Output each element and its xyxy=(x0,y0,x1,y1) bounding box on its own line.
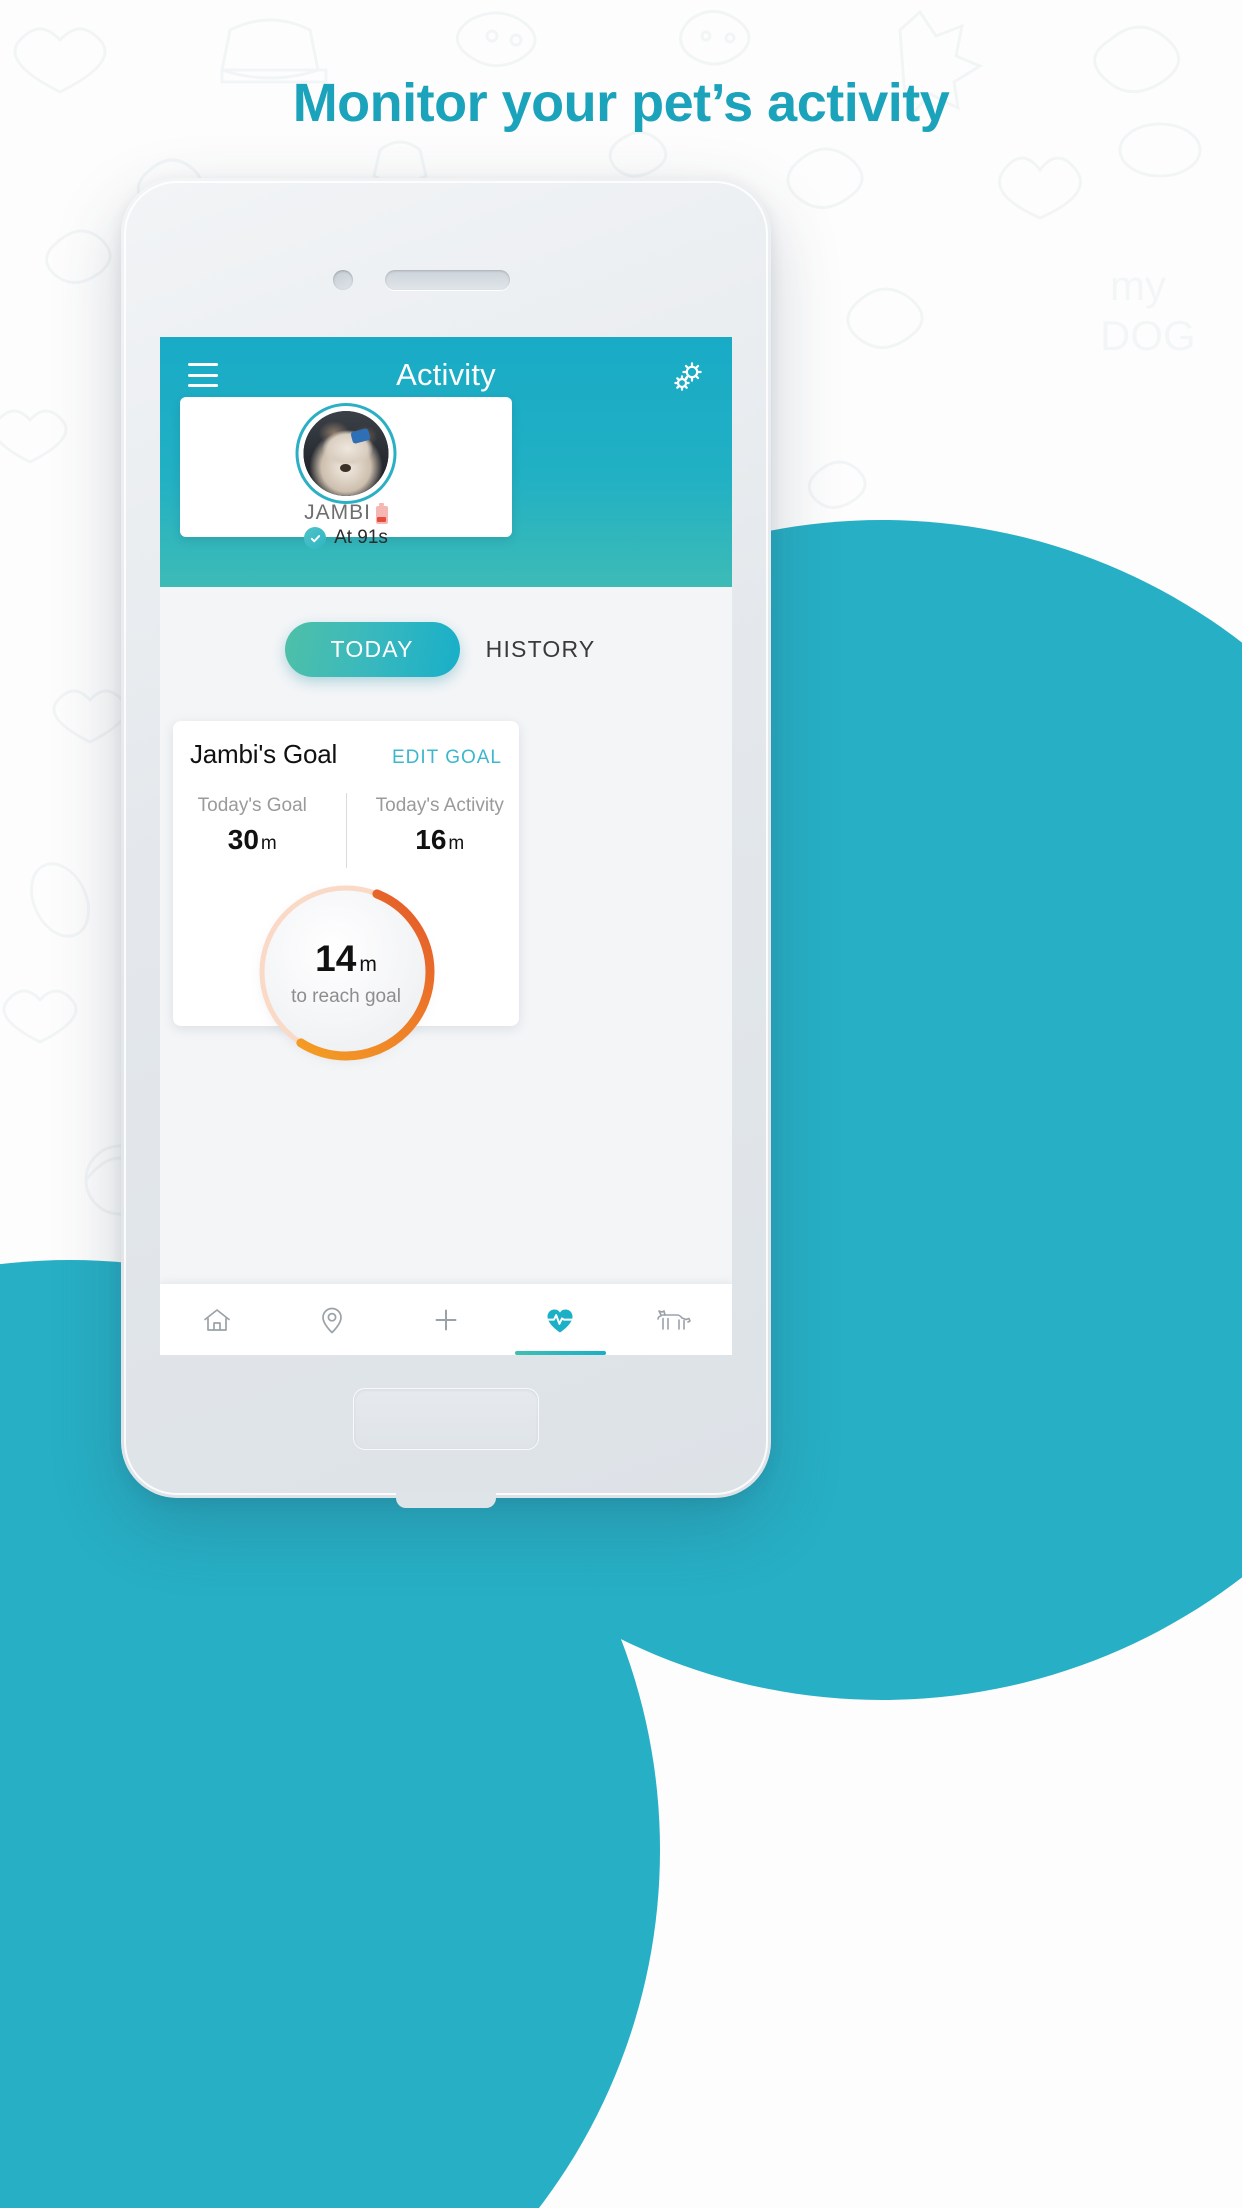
heart-pulse-icon xyxy=(542,1302,578,1338)
avatar[interactable] xyxy=(298,406,394,501)
pet-name: JAMBI xyxy=(304,501,371,524)
dog-icon xyxy=(655,1303,695,1337)
goal-card-header: Jambi's Goal EDIT GOAL xyxy=(190,739,502,770)
app-header-bar: Activity JAMBI At 91s xyxy=(160,337,732,587)
ring-center-label: 14 m to reach goal xyxy=(248,938,444,1008)
stat-value: 16 m xyxy=(361,824,520,856)
nav-activity[interactable] xyxy=(503,1284,617,1355)
tab-today[interactable]: TODAY xyxy=(284,622,460,677)
stat-number: 30 xyxy=(227,824,259,855)
stat-unit: m xyxy=(448,833,465,854)
nav-home[interactable] xyxy=(160,1284,274,1355)
edit-goal-button[interactable]: EDIT GOAL xyxy=(392,747,502,769)
ring-number: 14 xyxy=(315,938,357,979)
plus-icon xyxy=(429,1303,463,1337)
check-circle-icon xyxy=(304,527,327,549)
nav-location[interactable] xyxy=(274,1284,388,1355)
goal-stats: Today's Goal 30 m Today's Activity 16 m xyxy=(173,789,519,868)
app-screen: Activity JAMBI At 91s TODAY HISTORY Jamb… xyxy=(160,337,732,1355)
ring-value: 14 m xyxy=(248,938,444,980)
phone-mockup: Activity JAMBI At 91s TODAY HISTORY Jamb… xyxy=(121,178,771,1508)
ring-unit: m xyxy=(359,953,377,976)
stat-todays-activity: Today's Activity 16 m xyxy=(347,789,520,868)
pet-name-row: JAMBI xyxy=(180,501,512,525)
stat-label: Today's Goal xyxy=(197,795,307,816)
pet-photo xyxy=(303,411,389,496)
goal-title: Jambi's Goal xyxy=(190,739,338,769)
earpiece-speaker xyxy=(385,270,510,290)
status-badge: At 91s xyxy=(334,527,388,548)
page-title: Activity xyxy=(396,357,496,392)
tab-bar: TODAY HISTORY xyxy=(160,622,732,677)
front-camera-icon xyxy=(333,270,353,290)
nav-add[interactable] xyxy=(389,1284,503,1355)
stat-number: 16 xyxy=(415,824,447,855)
tab-history[interactable]: HISTORY xyxy=(474,622,608,677)
stat-value: 30 m xyxy=(173,824,332,856)
svg-text:DOG: DOG xyxy=(1100,312,1196,359)
gears-icon[interactable] xyxy=(670,359,706,395)
ring-caption: to reach goal xyxy=(291,986,401,1007)
phone-bottom-notch xyxy=(396,1492,496,1508)
pet-status-row: At 91s xyxy=(180,527,512,549)
battery-low-icon xyxy=(375,502,388,524)
svg-text:my: my xyxy=(1110,262,1166,309)
pet-summary-card[interactable]: JAMBI At 91s xyxy=(180,397,512,549)
stat-unit: m xyxy=(260,833,277,854)
stat-todays-goal: Today's Goal 30 m xyxy=(173,789,346,868)
goal-card: Jambi's Goal EDIT GOAL Today's Goal 30 m … xyxy=(173,721,519,1061)
stat-label: Today's Activity xyxy=(375,795,504,816)
nav-pet[interactable] xyxy=(618,1284,732,1355)
bottom-navigation-bar xyxy=(160,1283,732,1355)
page-headline: Monitor your pet’s activity xyxy=(292,73,950,133)
location-pin-icon xyxy=(315,1303,349,1337)
goal-progress-ring: 14 m to reach goal xyxy=(248,876,444,1072)
home-button[interactable] xyxy=(353,1388,539,1450)
home-icon xyxy=(200,1303,234,1337)
